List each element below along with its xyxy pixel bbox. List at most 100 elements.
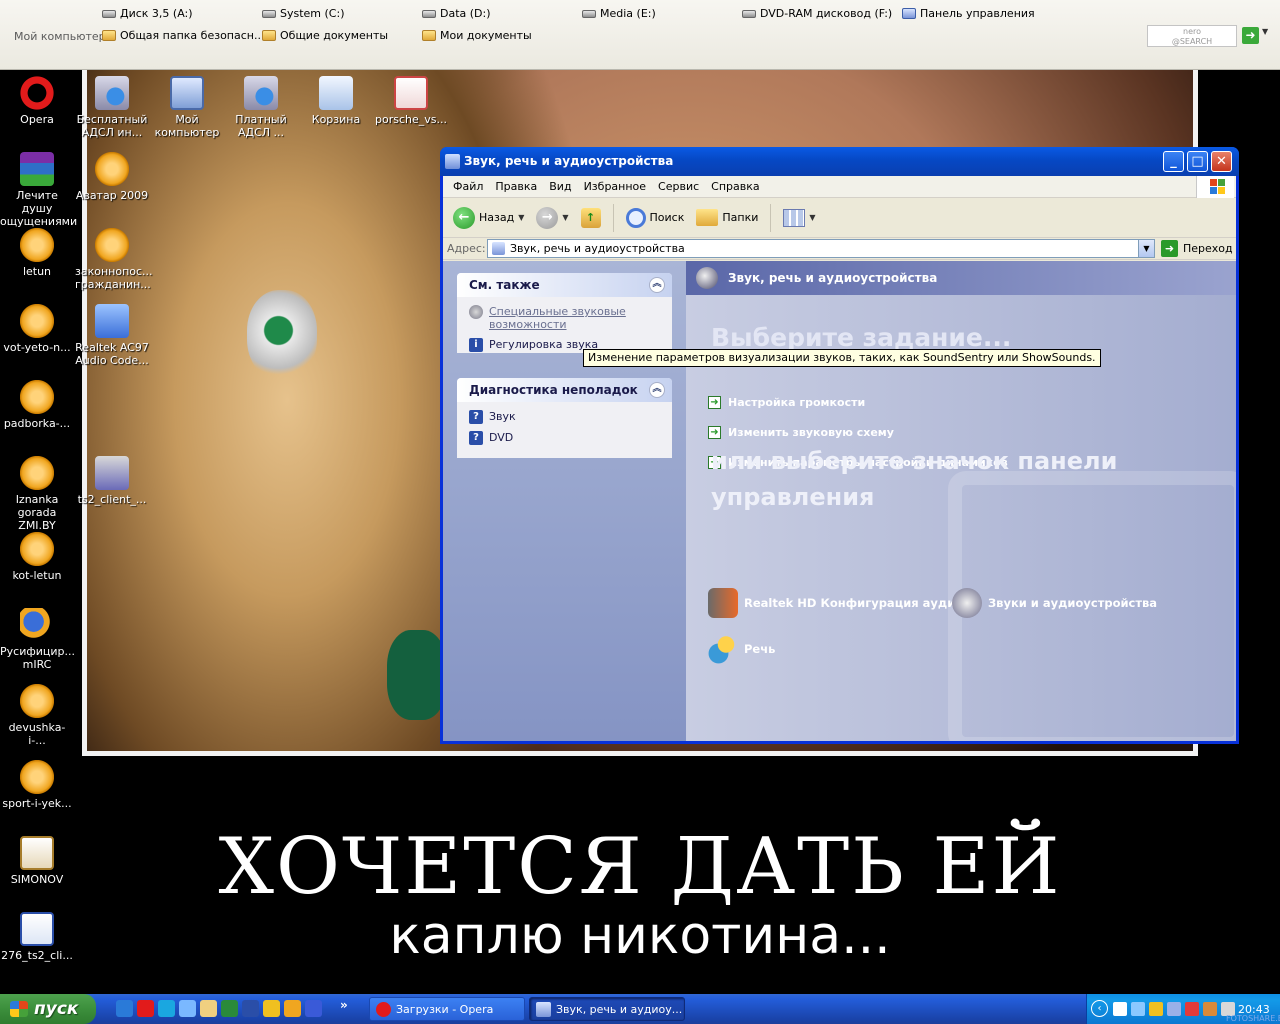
- desktop-icon-free-adsl[interactable]: Бесплатный АДСЛ ин...: [75, 76, 149, 139]
- my-computer-label[interactable]: Мой компьютер: [14, 30, 106, 43]
- desktop-icon-vot-yeto[interactable]: vot-yeto-n...: [0, 304, 74, 354]
- excel-icon[interactable]: [221, 1000, 238, 1017]
- system-drive-link[interactable]: System (C:): [262, 7, 345, 20]
- back-button[interactable]: ← Назад ▼: [449, 205, 528, 231]
- desktop-icon-ts2-doc[interactable]: 276_ts2_cli...: [0, 912, 74, 962]
- search-button[interactable]: Поиск: [622, 206, 689, 230]
- desktop-icon-porsche[interactable]: porsche_vs...: [374, 76, 448, 126]
- collapse-chevron-icon[interactable]: ︽: [649, 382, 665, 398]
- see-also-header[interactable]: См. также ︽: [457, 273, 672, 297]
- realtek-audio-icon[interactable]: [1203, 1002, 1217, 1016]
- desktop-icon-ts2-client[interactable]: ts2_client_...: [75, 456, 149, 506]
- menu-edit[interactable]: Правка: [489, 177, 543, 196]
- media-file-icon: [95, 228, 129, 262]
- views-button[interactable]: ▼: [779, 207, 819, 229]
- desktop-icon-letun[interactable]: letun: [0, 228, 74, 278]
- address-input[interactable]: Звук, речь и аудиоустройства ▼: [487, 239, 1155, 258]
- window-titlebar[interactable]: Звук, речь и аудиоустройства _ □ ✕: [440, 147, 1239, 176]
- floppy-drive-link[interactable]: Диск 3,5 (A:): [102, 7, 193, 20]
- accessibility-sounds-link[interactable]: Специальные звуковые возможности: [469, 305, 662, 331]
- desktop-icon-sport[interactable]: sport-i-yek...: [0, 760, 74, 810]
- quick-launch-more-icon[interactable]: »: [340, 998, 348, 1012]
- desktop-icon-rar-archive[interactable]: Лечите душу ощущениями: [0, 152, 77, 228]
- taskbar-button-sound-window[interactable]: Звук, речь и аудиоу...: [529, 997, 685, 1021]
- network-connection-icon: [244, 76, 278, 110]
- internet-explorer-icon[interactable]: [116, 1000, 133, 1017]
- show-hidden-icons-chevron-icon[interactable]: ‹: [1091, 1000, 1108, 1017]
- desktop-icon-paid-adsl[interactable]: Платный АДСЛ ...: [224, 76, 298, 139]
- chevron-down-icon[interactable]: ▼: [518, 213, 524, 222]
- desktop-icon-iznanka[interactable]: Iznanka gorada ZMI.BY: [0, 456, 74, 532]
- control-panel-link[interactable]: Панель управления: [902, 7, 1035, 20]
- desktop-icon-realtek-ac97[interactable]: Realtek AC97 Audio Code...: [75, 304, 149, 367]
- control-panel-icon: [902, 8, 916, 19]
- desktop-icon-label: ts2_client_...: [77, 493, 147, 506]
- nero-search-go-button[interactable]: ➜: [1242, 27, 1259, 44]
- search-icon[interactable]: [179, 1000, 196, 1017]
- taskbar-button-opera[interactable]: Загрузки - Opera: [369, 997, 525, 1021]
- hp-icon[interactable]: [1113, 1002, 1127, 1016]
- desktop-icon-my-computer[interactable]: Мой компьютер: [150, 76, 224, 139]
- desktop-icon-devushka[interactable]: devushka-i-...: [0, 684, 74, 747]
- desktop-icon-opera[interactable]: Opera: [0, 76, 74, 126]
- search-label: Поиск: [649, 211, 685, 224]
- menu-file[interactable]: Файл: [447, 177, 489, 196]
- start-button[interactable]: пуск: [0, 994, 96, 1024]
- media-drive-link[interactable]: Media (E:): [582, 7, 656, 20]
- opera-icon[interactable]: [137, 1000, 154, 1017]
- task-sound-scheme[interactable]: ➜ Изменить звуковую схему: [708, 426, 894, 439]
- collapse-chevron-icon[interactable]: ︽: [649, 277, 665, 293]
- desktop-icon-recycle-bin[interactable]: Корзина: [299, 76, 373, 126]
- hard-drive-icon: [422, 9, 436, 18]
- shared-folder-link[interactable]: Общая папка безопасн...: [102, 29, 264, 42]
- shared-documents-link[interactable]: Общие документы: [262, 29, 388, 42]
- up-folder-button[interactable]: ↑: [577, 206, 605, 230]
- media-player-icon[interactable]: [284, 1000, 301, 1017]
- minimize-button[interactable]: _: [1163, 151, 1184, 172]
- desktop-icon-padborka[interactable]: padborka-...: [0, 380, 74, 430]
- standard-toolbar: ← Назад ▼ → ▼ ↑ Поиск Папки ▼: [443, 198, 1236, 238]
- desktop-icon-mirc[interactable]: Русифицир... mIRC: [0, 608, 75, 671]
- chevron-down-icon[interactable]: ▼: [1138, 240, 1154, 257]
- troubleshoot-header[interactable]: Диагностика неполадок ︽: [457, 378, 672, 402]
- notepad-icon[interactable]: [200, 1000, 217, 1017]
- chevron-down-icon[interactable]: ▼: [1262, 27, 1268, 36]
- back-arrow-icon: ←: [453, 206, 475, 229]
- maximize-button[interactable]: □: [1187, 151, 1208, 172]
- desktop-icon-simonov[interactable]: SIMONOV: [0, 836, 74, 886]
- network-connection-icon[interactable]: [1167, 1002, 1181, 1016]
- dvd-drive-link[interactable]: DVD-RAM дисковод (F:): [742, 7, 892, 20]
- go-button[interactable]: ➜ Переход: [1161, 240, 1233, 257]
- folders-button[interactable]: Папки: [692, 207, 762, 228]
- cpl-speech[interactable]: Речь: [708, 634, 775, 664]
- window-content: См. также ︽ Специальные звуковые возможн…: [443, 261, 1236, 741]
- nero-search-box[interactable]: nero @SEARCH: [1147, 25, 1237, 47]
- cpl-sounds-audio-devices[interactable]: Звуки и аудиоустройства: [952, 588, 1157, 618]
- forward-button[interactable]: → ▼: [532, 205, 572, 231]
- troubleshoot-dvd-link[interactable]: ? DVD: [469, 431, 662, 445]
- cpl-realtek-hd[interactable]: Realtek HD Конфигурация аудио: [708, 588, 963, 618]
- task-volume[interactable]: ➜ Настройка громкости: [708, 396, 865, 409]
- disconnected-network-icon[interactable]: [1185, 1002, 1199, 1016]
- close-button[interactable]: ✕: [1211, 151, 1232, 172]
- troubleshoot-sound-link[interactable]: ? Звук: [469, 410, 662, 424]
- desktop-icon-avatar-2009[interactable]: Аватар 2009: [75, 152, 149, 202]
- my-documents-link[interactable]: Мои документы: [422, 29, 532, 42]
- desktop-icon-label: SIMONOV: [10, 873, 64, 886]
- aimp-icon[interactable]: [263, 1000, 280, 1017]
- security-shield-icon[interactable]: [1149, 1002, 1163, 1016]
- menu-tools[interactable]: Сервис: [652, 177, 705, 196]
- desktop-icon-kot-letun[interactable]: kot-letun: [0, 532, 74, 582]
- word-icon[interactable]: [242, 1000, 259, 1017]
- floppy-icon[interactable]: [305, 1000, 322, 1017]
- explorer-window: Звук, речь и аудиоустройства _ □ ✕ Файл …: [440, 147, 1239, 744]
- data-drive-link[interactable]: Data (D:): [422, 7, 491, 20]
- menu-view[interactable]: Вид: [543, 177, 577, 196]
- menu-help[interactable]: Справка: [705, 177, 765, 196]
- skype-icon[interactable]: [158, 1000, 175, 1017]
- network-icon[interactable]: [1131, 1002, 1145, 1016]
- chevron-down-icon[interactable]: ▼: [562, 213, 568, 222]
- wallpaper-caption-line1: ХОЧЕТСЯ ДАТЬ ЕЙ: [218, 822, 1062, 912]
- desktop-icon-law-citizen[interactable]: законнопос... гражданин...: [75, 228, 153, 291]
- menu-favorites[interactable]: Избранное: [578, 177, 652, 196]
